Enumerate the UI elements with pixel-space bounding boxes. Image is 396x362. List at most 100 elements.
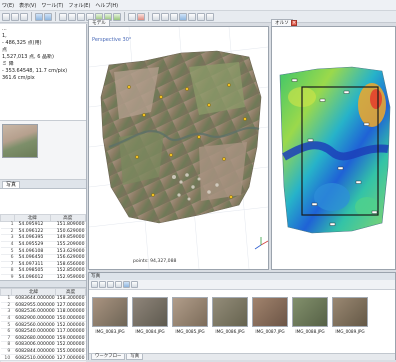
tab-ortho[interactable]: オルソ bbox=[271, 19, 293, 26]
photo-thumbnail[interactable] bbox=[172, 297, 208, 327]
photo-thumbnail[interactable] bbox=[332, 297, 368, 327]
marker-point[interactable] bbox=[127, 85, 131, 89]
marker-point[interactable] bbox=[243, 117, 247, 121]
menu-folder[interactable]: フォル(E) bbox=[68, 2, 90, 9]
remove-photo-icon[interactable] bbox=[91, 281, 98, 288]
photo-thumbnail[interactable] bbox=[92, 297, 128, 327]
menu-view[interactable]: 表示(V) bbox=[19, 2, 36, 9]
marker-flag[interactable] bbox=[363, 122, 370, 126]
column-header[interactable]: 北緯 bbox=[14, 214, 51, 222]
show-cameras-icon[interactable] bbox=[179, 12, 187, 21]
thumbnail-size-icon[interactable] bbox=[131, 281, 138, 288]
save-icon[interactable] bbox=[20, 12, 28, 21]
marker-flag[interactable] bbox=[371, 210, 378, 214]
marker-point[interactable] bbox=[135, 155, 139, 159]
table-row[interactable]: 9 6082844.000000 155.000000 bbox=[0, 348, 86, 356]
open-icon[interactable] bbox=[11, 12, 19, 21]
marker-point[interactable] bbox=[185, 87, 189, 91]
table-row[interactable]: 6 54.096450 156.629000 bbox=[0, 254, 86, 262]
marker-point[interactable] bbox=[229, 195, 233, 199]
table-row[interactable]: 8 54.098505 152.850000 bbox=[0, 267, 86, 275]
ortho-viewport[interactable] bbox=[271, 26, 396, 270]
crop-selection-icon[interactable] bbox=[137, 12, 145, 21]
column-header[interactable] bbox=[0, 214, 15, 222]
table-row[interactable]: 3 54.096395 149.859000 bbox=[0, 234, 86, 242]
marker-flag[interactable] bbox=[307, 138, 314, 142]
marker-point[interactable] bbox=[227, 83, 231, 87]
menu-help[interactable]: ヘルプ(H) bbox=[95, 2, 118, 9]
marker-point[interactable] bbox=[207, 103, 211, 107]
column-header[interactable]: 高度 bbox=[55, 288, 86, 296]
marker-point[interactable] bbox=[159, 95, 163, 99]
model-point-cloud-icon[interactable] bbox=[152, 12, 160, 21]
new-project-icon[interactable] bbox=[2, 12, 10, 21]
undo-icon[interactable] bbox=[35, 12, 43, 21]
navigation-icon[interactable] bbox=[59, 12, 67, 21]
table-row[interactable]: 6 6082540.000000 117.000000 bbox=[0, 328, 86, 336]
model-viewport[interactable]: Perspective 30° points: 94,327,088 bbox=[88, 26, 269, 270]
marker-point[interactable] bbox=[222, 157, 226, 161]
menu-tools[interactable]: ワール(T) bbox=[41, 2, 63, 9]
photo-thumbnail[interactable] bbox=[132, 297, 168, 327]
tab-model[interactable]: モデル bbox=[88, 19, 110, 26]
marker-flag[interactable] bbox=[343, 90, 350, 94]
reset-filter-icon[interactable] bbox=[115, 281, 122, 288]
column-header[interactable]: 高度 bbox=[49, 214, 87, 222]
marker-point[interactable] bbox=[151, 193, 155, 197]
photo-thumbnail[interactable] bbox=[252, 297, 288, 327]
model-textured-icon[interactable] bbox=[170, 12, 178, 21]
photo-item[interactable]: IMG_0089.JPG bbox=[332, 297, 368, 343]
marker-point[interactable] bbox=[169, 153, 173, 157]
tab-photos[interactable]: 写真 bbox=[2, 180, 21, 188]
photo-item[interactable]: IMG_0085.JPG bbox=[172, 297, 208, 343]
tab-workflow[interactable]: ワークフロー bbox=[91, 354, 126, 360]
redo-icon[interactable] bbox=[44, 12, 52, 21]
table-row[interactable]: 5 54.096108 153.629000 bbox=[0, 247, 86, 255]
table-row[interactable]: 2 54.096122 150.629000 bbox=[0, 228, 86, 236]
table-row[interactable]: 4 54.095529 155.209000 bbox=[0, 241, 86, 249]
rectangle-select-icon[interactable] bbox=[68, 12, 76, 21]
photo-preview-thumbnail[interactable] bbox=[2, 124, 38, 158]
table-row[interactable]: 10 6082510.000000 127.000000 bbox=[0, 354, 86, 362]
table-splitter[interactable] bbox=[0, 280, 86, 288]
marker-flag[interactable] bbox=[329, 222, 336, 226]
table-row[interactable]: 1 6083644.000000 158.300000 bbox=[0, 295, 86, 303]
photo-thumbnail[interactable] bbox=[212, 297, 248, 327]
marker-point[interactable] bbox=[197, 135, 201, 139]
marker-flag[interactable] bbox=[311, 202, 318, 206]
photo-thumbnail[interactable] bbox=[292, 297, 328, 327]
model-solid-icon[interactable] bbox=[161, 12, 169, 21]
photo-item[interactable]: IMG_0084.JPG bbox=[132, 297, 168, 343]
table-row[interactable]: 1 54.095912 151.809000 bbox=[0, 221, 86, 229]
row-index: 1 bbox=[0, 295, 12, 303]
circle-select-icon[interactable] bbox=[77, 12, 85, 21]
details-view-icon[interactable] bbox=[123, 281, 130, 288]
marker-flag[interactable] bbox=[291, 78, 298, 82]
table-row[interactable]: 3 6082536.000000 118.000000 bbox=[0, 308, 86, 316]
table-row[interactable]: 2 6082955.000000 127.000000 bbox=[0, 302, 86, 310]
table-row[interactable]: 5 6082560.000000 152.000000 bbox=[0, 321, 86, 329]
reset-view-icon[interactable] bbox=[206, 12, 214, 21]
marker-point[interactable] bbox=[142, 113, 146, 117]
table-row[interactable]: 7 54.097311 158.656000 bbox=[0, 261, 86, 269]
marker-flag[interactable] bbox=[337, 166, 344, 170]
rotate-left-icon[interactable] bbox=[99, 281, 106, 288]
photo-item[interactable]: IMG_0086.JPG bbox=[212, 297, 248, 343]
photo-item[interactable]: IMG_0088.JPG bbox=[292, 297, 328, 343]
delete-selection-icon[interactable] bbox=[128, 12, 136, 21]
marker-flag[interactable] bbox=[319, 98, 326, 102]
show-region-icon[interactable] bbox=[197, 12, 205, 21]
tab-photos-bottom[interactable]: 写真 bbox=[126, 354, 144, 360]
column-header[interactable] bbox=[0, 288, 12, 296]
table-row[interactable]: 8 6083006.000000 152.000000 bbox=[0, 341, 86, 349]
rotate-region-icon[interactable] bbox=[113, 12, 121, 21]
photo-item[interactable]: IMG_0083.JPG bbox=[92, 297, 128, 343]
table-row[interactable]: 4 6082900.000000 150.000000 bbox=[0, 315, 86, 323]
column-header[interactable]: 北緯 bbox=[10, 288, 57, 296]
show-markers-icon[interactable] bbox=[188, 12, 196, 21]
rotate-right-icon[interactable] bbox=[107, 281, 114, 288]
photo-item[interactable]: IMG_0087.JPG bbox=[252, 297, 288, 343]
menu-edit[interactable]: ワ(E) bbox=[2, 2, 14, 9]
table-row[interactable]: 7 6082680.000000 159.000000 bbox=[0, 335, 86, 343]
marker-flag[interactable] bbox=[355, 180, 362, 184]
